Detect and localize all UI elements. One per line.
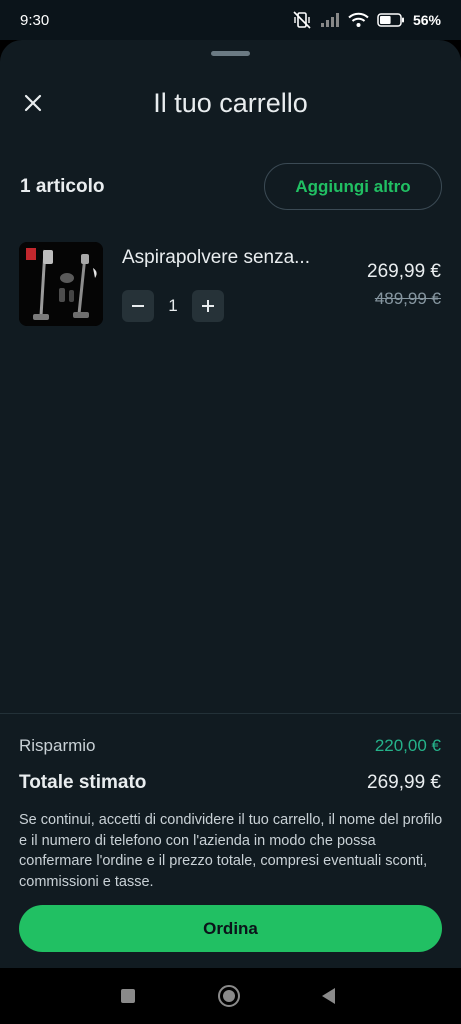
vacuum-image (19, 242, 103, 326)
quantity-stepper: 1 (122, 290, 224, 322)
cart-item[interactable]: Aspirapolvere senza... 1 269,99 € 489,99… (0, 240, 461, 330)
status-icons: 56% (292, 11, 441, 29)
page-title: Il tuo carrello (153, 88, 308, 118)
recents-button[interactable] (116, 984, 140, 1008)
minus-icon (132, 305, 144, 307)
wifi-icon (348, 12, 369, 28)
battery-percent: 56% (412, 12, 441, 28)
decrease-quantity-button[interactable] (122, 290, 154, 322)
savings-label: Risparmio (19, 736, 96, 755)
item-price: 269,99 € (367, 261, 441, 282)
back-button[interactable] (317, 984, 341, 1008)
status-bar: 9:30 56% (0, 0, 461, 40)
item-count-label: 1 articolo (20, 176, 105, 197)
status-time: 9:30 (20, 11, 50, 29)
cart-summary: Risparmio 220,00 € Totale stimato 269,99… (0, 713, 461, 968)
battery-icon (377, 13, 405, 27)
increase-quantity-button[interactable] (192, 290, 224, 322)
total-label: Totale stimato (19, 772, 147, 793)
recents-icon (121, 989, 135, 1003)
product-thumbnail[interactable] (19, 242, 103, 326)
sheet-grabber[interactable] (211, 51, 250, 56)
cart-sheet: Il tuo carrello 1 articolo Aggiungi altr… (0, 40, 461, 968)
item-old-price: 489,99 € (374, 289, 441, 308)
add-more-button[interactable]: Aggiungi altro (264, 163, 442, 210)
item-name[interactable]: Aspirapolvere senza... (122, 246, 334, 270)
order-button[interactable]: Ordina (19, 905, 442, 952)
disclaimer-text: Se continui, accetti di condividere il t… (19, 812, 443, 890)
signal-icon (320, 12, 340, 28)
navigation-bar (0, 968, 461, 1024)
home-button[interactable] (217, 984, 241, 1008)
back-icon (322, 988, 335, 1004)
mute-vibrate-icon (292, 11, 312, 29)
plus-icon (202, 300, 214, 312)
savings-value: 220,00 € (374, 736, 441, 755)
quantity-value: 1 (168, 296, 178, 315)
total-value: 269,99 € (367, 772, 441, 793)
home-icon (218, 985, 240, 1007)
